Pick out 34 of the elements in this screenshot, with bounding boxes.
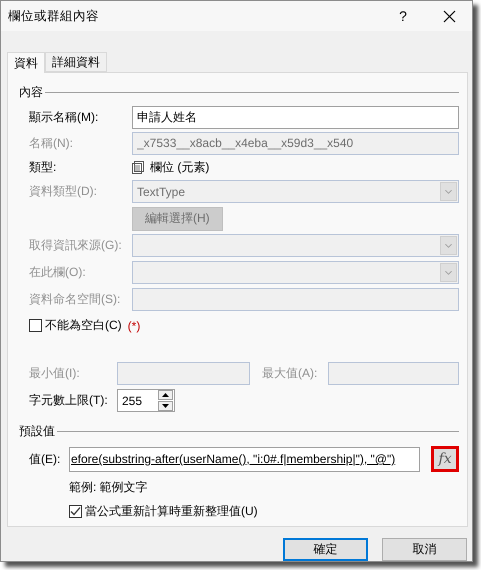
checkbox-label: 不能為空白(C) xyxy=(45,317,122,334)
formula-button[interactable]: fx xyxy=(431,446,459,472)
type-value: 欄位 (元素) xyxy=(150,158,210,176)
required-marker: (*) xyxy=(128,318,140,332)
input-field[interactable]: 申請人姓名 xyxy=(132,106,459,128)
tab[interactable]: 資料 xyxy=(7,52,45,73)
checkbox[interactable] xyxy=(69,504,82,518)
field-label: 在此欄(O): xyxy=(29,264,87,281)
chevron-down-icon xyxy=(440,182,457,201)
field-label: 名稱(N): xyxy=(29,134,74,152)
tab[interactable]: 詳細資料 xyxy=(45,52,107,72)
field-label: 取得資訊來源(G): xyxy=(29,237,123,254)
field-label: 資料命名空間(S): xyxy=(29,291,122,308)
window-title: 欄位或群組內容 xyxy=(8,8,100,24)
document-icon xyxy=(132,160,144,174)
example-text: 範例: 範例文字 xyxy=(69,478,148,496)
field-label: 顯示名稱(M): xyxy=(29,108,100,126)
field-label: 字元數上限(T): xyxy=(29,392,109,409)
field-label: 值(E): xyxy=(29,450,62,468)
field-label: 類型: xyxy=(29,158,58,176)
field-label: 資料類型(D): xyxy=(29,183,98,200)
formula-field[interactable]: efore(substring-after(userName(), "i:0#.f|membership|"), "@") xyxy=(69,446,420,472)
dialog-button[interactable]: 取消 xyxy=(382,538,467,561)
help-button[interactable]: ? xyxy=(380,1,426,31)
checkbox[interactable] xyxy=(29,319,42,332)
close-icon xyxy=(442,10,456,22)
dialog-button[interactable]: 確定 xyxy=(283,538,368,561)
checkbox-label: 當公式重新計算時重新整理值(U) xyxy=(85,502,258,520)
chevron-down-icon xyxy=(440,263,457,282)
chevron-down-icon xyxy=(440,236,457,255)
field-label: 最小值(I): xyxy=(29,365,81,382)
section-heading: 內容 xyxy=(19,84,43,100)
field-label: 最大值(A): xyxy=(261,365,318,382)
section-heading: 預設值 xyxy=(19,422,55,440)
